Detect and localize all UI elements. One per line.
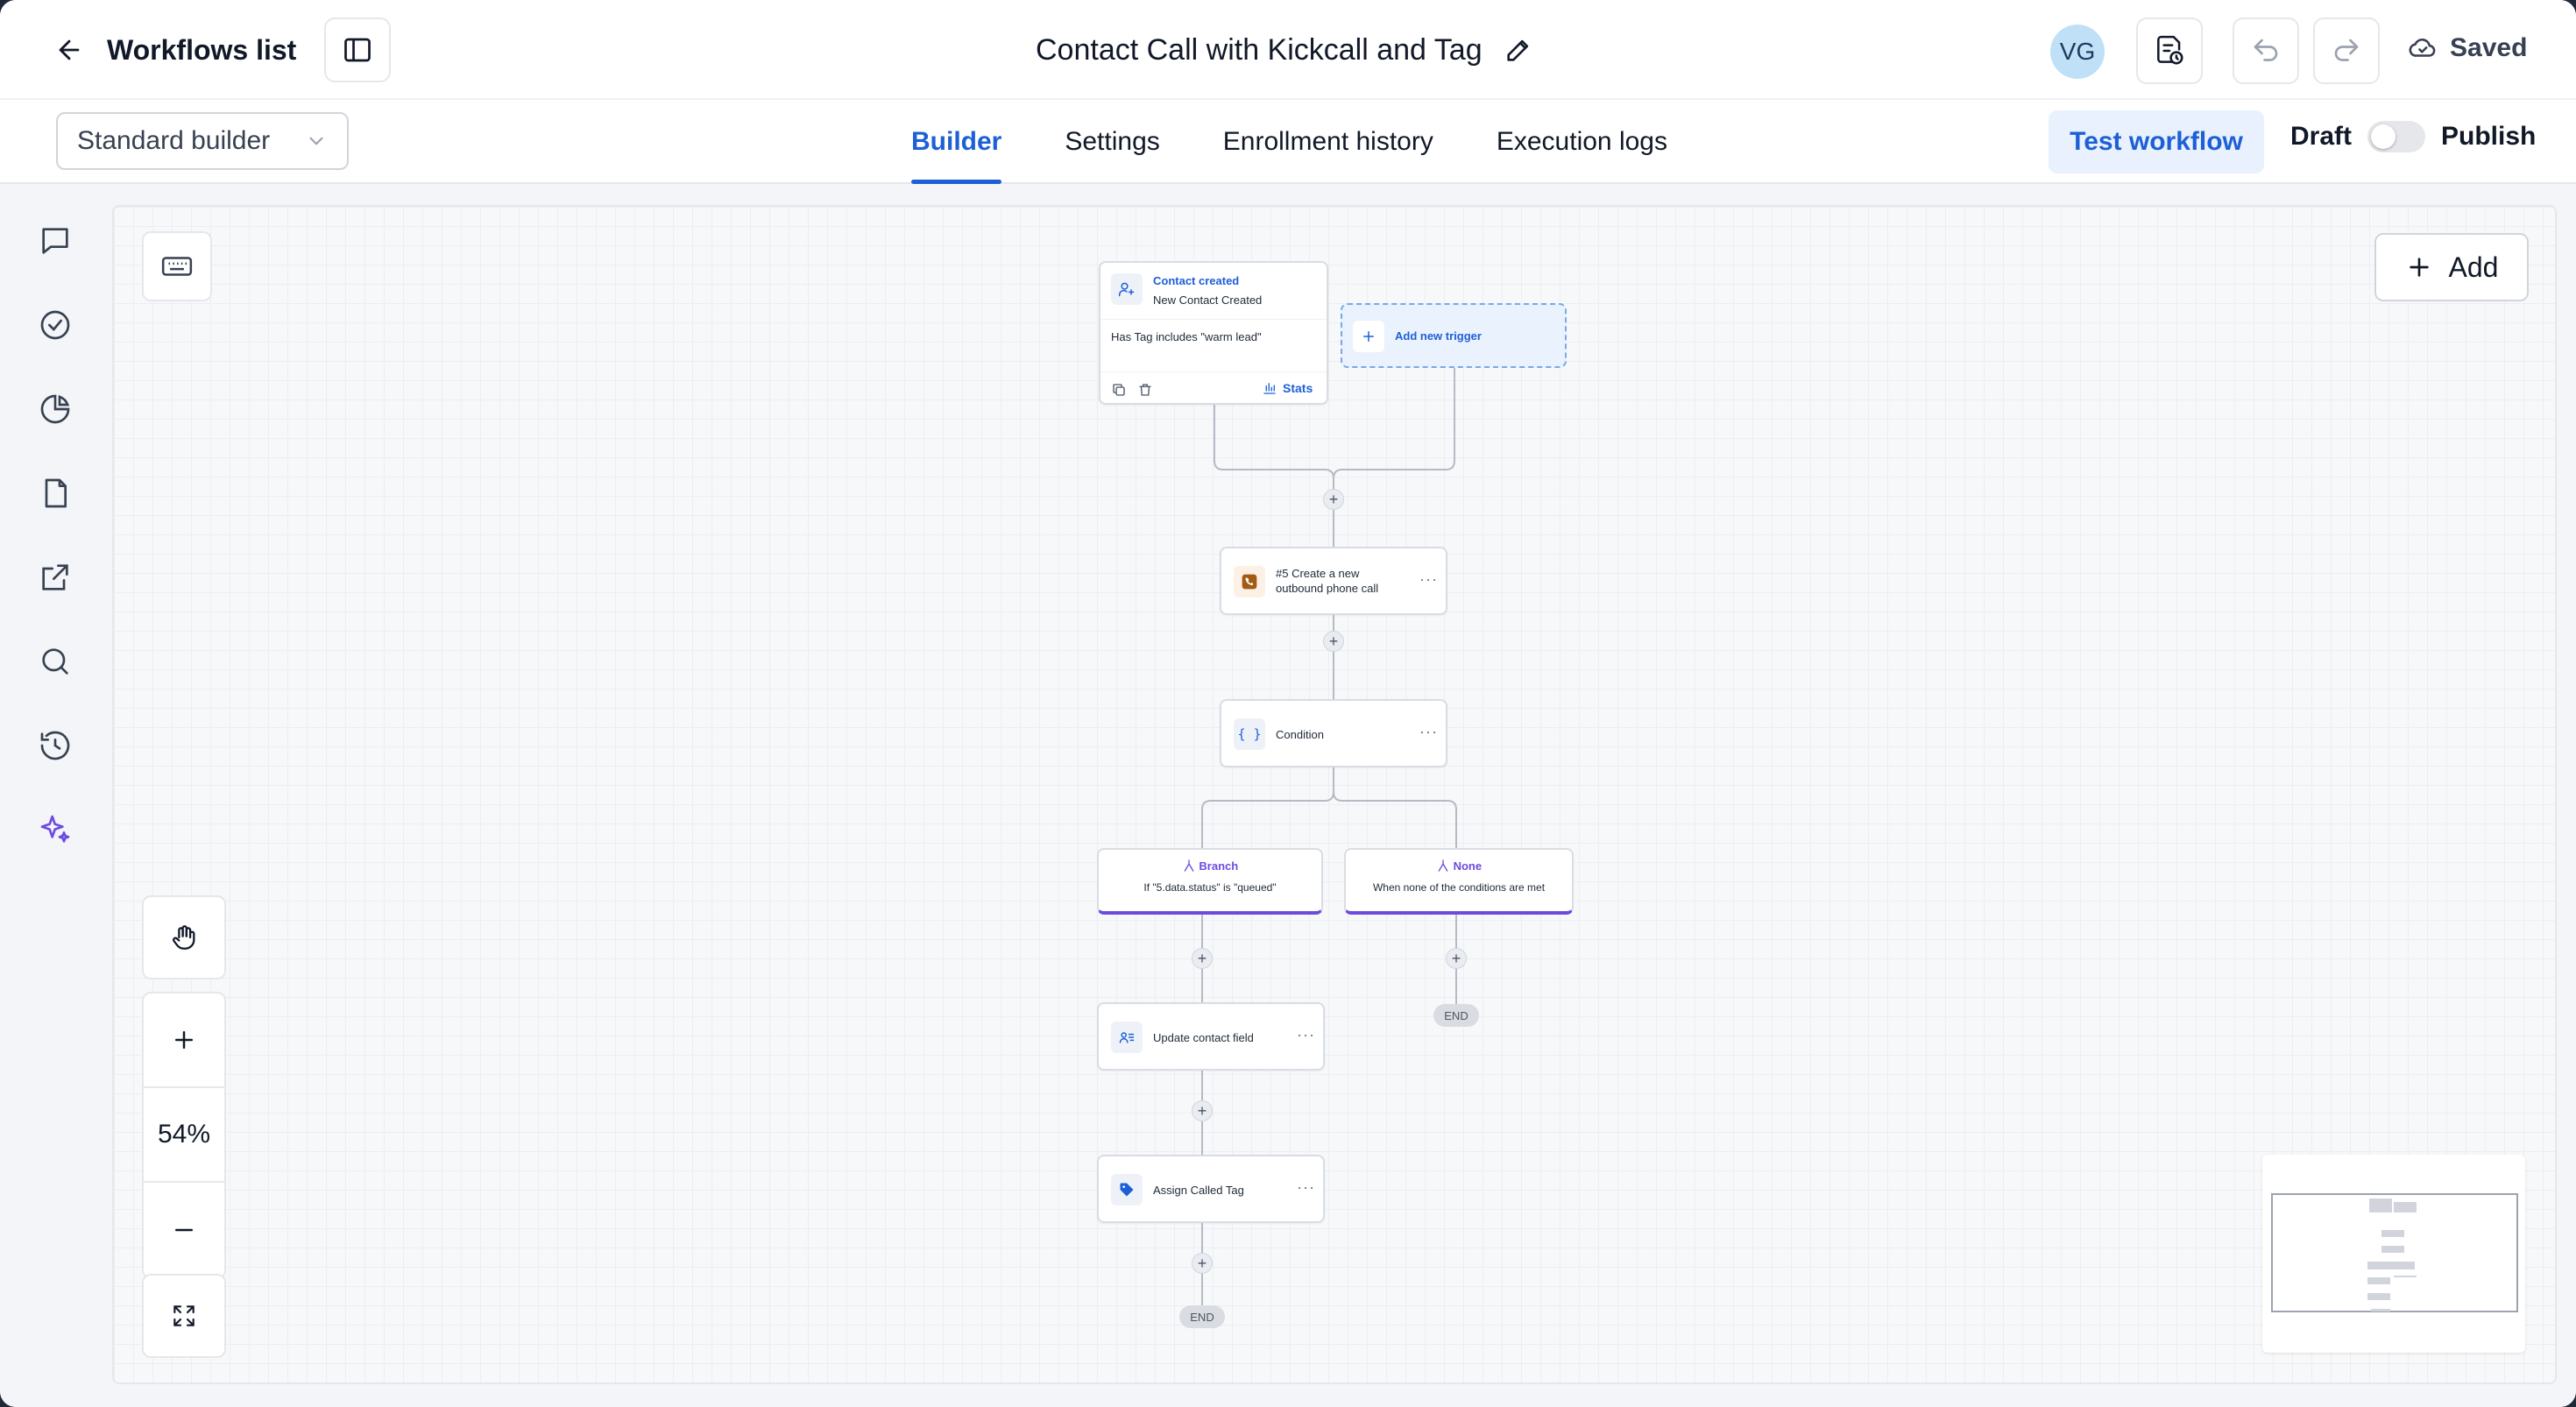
pencil-edit-icon[interactable] — [1504, 35, 1533, 65]
publish-label: Publish — [2441, 122, 2537, 151]
more-options-icon[interactable]: ··· — [1419, 571, 1438, 587]
builder-mode-select[interactable]: Standard builder — [56, 112, 349, 170]
toggle-sidebar-button[interactable] — [324, 18, 391, 82]
publish-toggle[interactable] — [2367, 121, 2426, 152]
builder-mode-value: Standard builder — [77, 126, 271, 155]
more-options-icon[interactable]: ··· — [1297, 1179, 1315, 1195]
insert-step-button[interactable]: + — [1446, 948, 1467, 969]
action-update-contact-field[interactable]: Update contact field ··· — [1097, 1002, 1325, 1071]
assign-tag-label: Assign Called Tag — [1153, 1184, 1244, 1197]
avatar[interactable]: VG — [2050, 25, 2105, 79]
add-new-trigger-button[interactable]: Add new trigger — [1341, 303, 1567, 368]
branch-condition: If "5.data.status" is "queued" — [1143, 881, 1277, 894]
tab-settings[interactable]: Settings — [1065, 100, 1159, 184]
arrow-left-icon — [59, 39, 80, 60]
left-rail — [0, 184, 112, 1407]
version-history-button[interactable] — [2136, 18, 2203, 84]
bar-chart-icon — [1263, 383, 1276, 394]
plus-icon — [1363, 331, 1374, 342]
end-marker: END — [1179, 1305, 1225, 1328]
stats-link[interactable]: Stats — [1262, 380, 1313, 396]
copy-icon[interactable] — [1111, 382, 1127, 398]
branch-none-condition: When none of the conditions are met — [1372, 881, 1546, 894]
chat-icon[interactable] — [35, 221, 75, 261]
action-call-label: #5 Create a new outbound phone call — [1276, 567, 1379, 595]
trigger-filter: Has Tag includes "warm lead" — [1111, 330, 1262, 343]
undo-button[interactable] — [2233, 18, 2299, 84]
workflow-title: Contact Call with Kickcall and Tag — [1036, 30, 1533, 70]
redo-button[interactable] — [2313, 18, 2380, 84]
tab-execution-logs[interactable]: Execution logs — [1497, 100, 1667, 184]
braces-icon: { } — [1234, 718, 1265, 750]
pie-chart-icon[interactable] — [35, 389, 75, 429]
insert-step-button[interactable]: + — [1323, 631, 1344, 652]
end-marker: END — [1433, 1004, 1479, 1027]
top-bar: Workflows list Contact Call with Kickcal… — [0, 0, 2576, 100]
builder-toolbar: Standard builder Builder Settings Enroll… — [0, 100, 2576, 184]
external-link-icon[interactable] — [35, 557, 75, 597]
insert-step-button[interactable]: + — [1192, 1100, 1213, 1121]
update-field-label: Update contact field — [1153, 1031, 1254, 1044]
ai-sparkle-icon[interactable] — [35, 810, 75, 850]
trigger-title: Contact created — [1153, 274, 1240, 287]
insert-step-button[interactable]: + — [1323, 489, 1344, 510]
sidebar-panel-icon — [344, 38, 371, 62]
branch-none[interactable]: None When none of the conditions are met — [1344, 848, 1574, 915]
connector-lines — [1201, 366, 1457, 1305]
file-icon[interactable] — [35, 473, 75, 513]
add-new-trigger-label: Add new trigger — [1395, 329, 1482, 343]
action-assign-tag[interactable]: Assign Called Tag ··· — [1097, 1155, 1325, 1223]
trigger-contact-created[interactable]: Contact created New Contact Created Has … — [1099, 261, 1328, 405]
history-clock-icon[interactable] — [35, 725, 75, 766]
user-plus-icon — [1111, 273, 1143, 305]
action-outbound-call[interactable]: #5 Create a new outbound phone call ··· — [1220, 547, 1447, 615]
condition-label: Condition — [1276, 728, 1324, 741]
trigger-subtitle: New Contact Created — [1153, 293, 1263, 307]
more-options-icon[interactable]: ··· — [1297, 1027, 1315, 1043]
branch-icon — [1438, 859, 1448, 872]
test-workflow-button[interactable]: Test workflow — [2049, 110, 2264, 173]
insert-step-button[interactable]: + — [1192, 1253, 1213, 1274]
minimap[interactable] — [2262, 1155, 2525, 1353]
cloud-check-icon — [2409, 39, 2436, 57]
document-history-icon — [2157, 35, 2183, 65]
workflow-canvas[interactable]: Add 54% Contact created New Contact Crea… — [112, 205, 2557, 1384]
branch-queued[interactable]: Branch If "5.data.status" is "queued" — [1097, 848, 1323, 915]
insert-step-button[interactable]: + — [1192, 948, 1213, 969]
tab-builder[interactable]: Builder — [911, 100, 1002, 184]
main-tabs: Builder Settings Enrollment history Exec… — [911, 100, 1667, 184]
saved-status: Saved — [2408, 33, 2527, 63]
canvas-area: Add 54% Contact created New Contact Crea… — [112, 184, 2576, 1407]
publish-toggle-group: Draft Publish — [2290, 121, 2536, 152]
tag-icon — [1111, 1174, 1143, 1205]
branch-icon — [1184, 859, 1194, 872]
search-icon[interactable] — [35, 641, 75, 682]
draft-label: Draft — [2290, 122, 2353, 151]
contact-card-icon — [1111, 1022, 1143, 1053]
stats-label: Stats — [1283, 381, 1313, 395]
undo-icon — [2254, 39, 2278, 61]
chevron-down-icon — [309, 137, 323, 145]
phone-icon — [1234, 566, 1265, 597]
branch-title: Branch — [1199, 859, 1239, 873]
condition-node[interactable]: { } Condition ··· — [1220, 699, 1447, 767]
workflow-title-text: Contact Call with Kickcall and Tag — [1036, 32, 1483, 67]
redo-icon — [2334, 39, 2359, 61]
more-options-icon[interactable]: ··· — [1419, 724, 1438, 739]
back-to-workflows-button[interactable]: Workflows list — [54, 30, 296, 70]
back-label: Workflows list — [107, 33, 297, 66]
app-window: Workflows list Contact Call with Kickcal… — [0, 0, 2576, 1407]
tab-enrollment-history[interactable]: Enrollment history — [1223, 100, 1433, 184]
check-circle-icon[interactable] — [35, 305, 75, 345]
trash-icon[interactable] — [1137, 382, 1153, 398]
saved-label: Saved — [2450, 33, 2528, 62]
branch-none-title: None — [1453, 859, 1483, 873]
